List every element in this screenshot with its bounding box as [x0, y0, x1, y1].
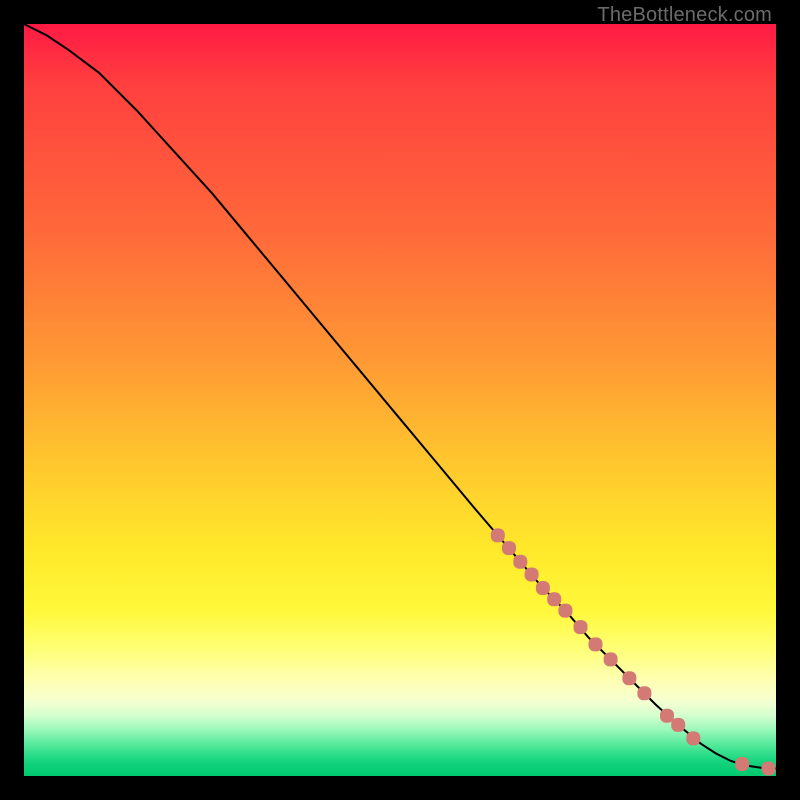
- marker-dot: [536, 581, 550, 595]
- marker-dot: [574, 620, 588, 634]
- chart-overlay: [24, 24, 776, 776]
- marker-dot: [589, 637, 603, 651]
- plot-area: [24, 24, 776, 776]
- marker-dot: [547, 592, 561, 606]
- marker-group: [491, 528, 776, 775]
- marker-dot: [762, 762, 776, 776]
- marker-dot: [622, 671, 636, 685]
- marker-dot: [525, 568, 539, 582]
- marker-dot: [686, 731, 700, 745]
- marker-dot: [513, 555, 527, 569]
- marker-dot: [491, 528, 505, 542]
- marker-dot: [660, 709, 674, 723]
- curve-line: [24, 24, 776, 769]
- marker-dot: [671, 718, 685, 732]
- marker-dot: [502, 541, 516, 555]
- marker-dot: [637, 686, 651, 700]
- marker-dot: [558, 604, 572, 618]
- chart-stage: TheBottleneck.com: [0, 0, 800, 800]
- marker-dot: [604, 652, 618, 666]
- marker-dot: [735, 757, 749, 771]
